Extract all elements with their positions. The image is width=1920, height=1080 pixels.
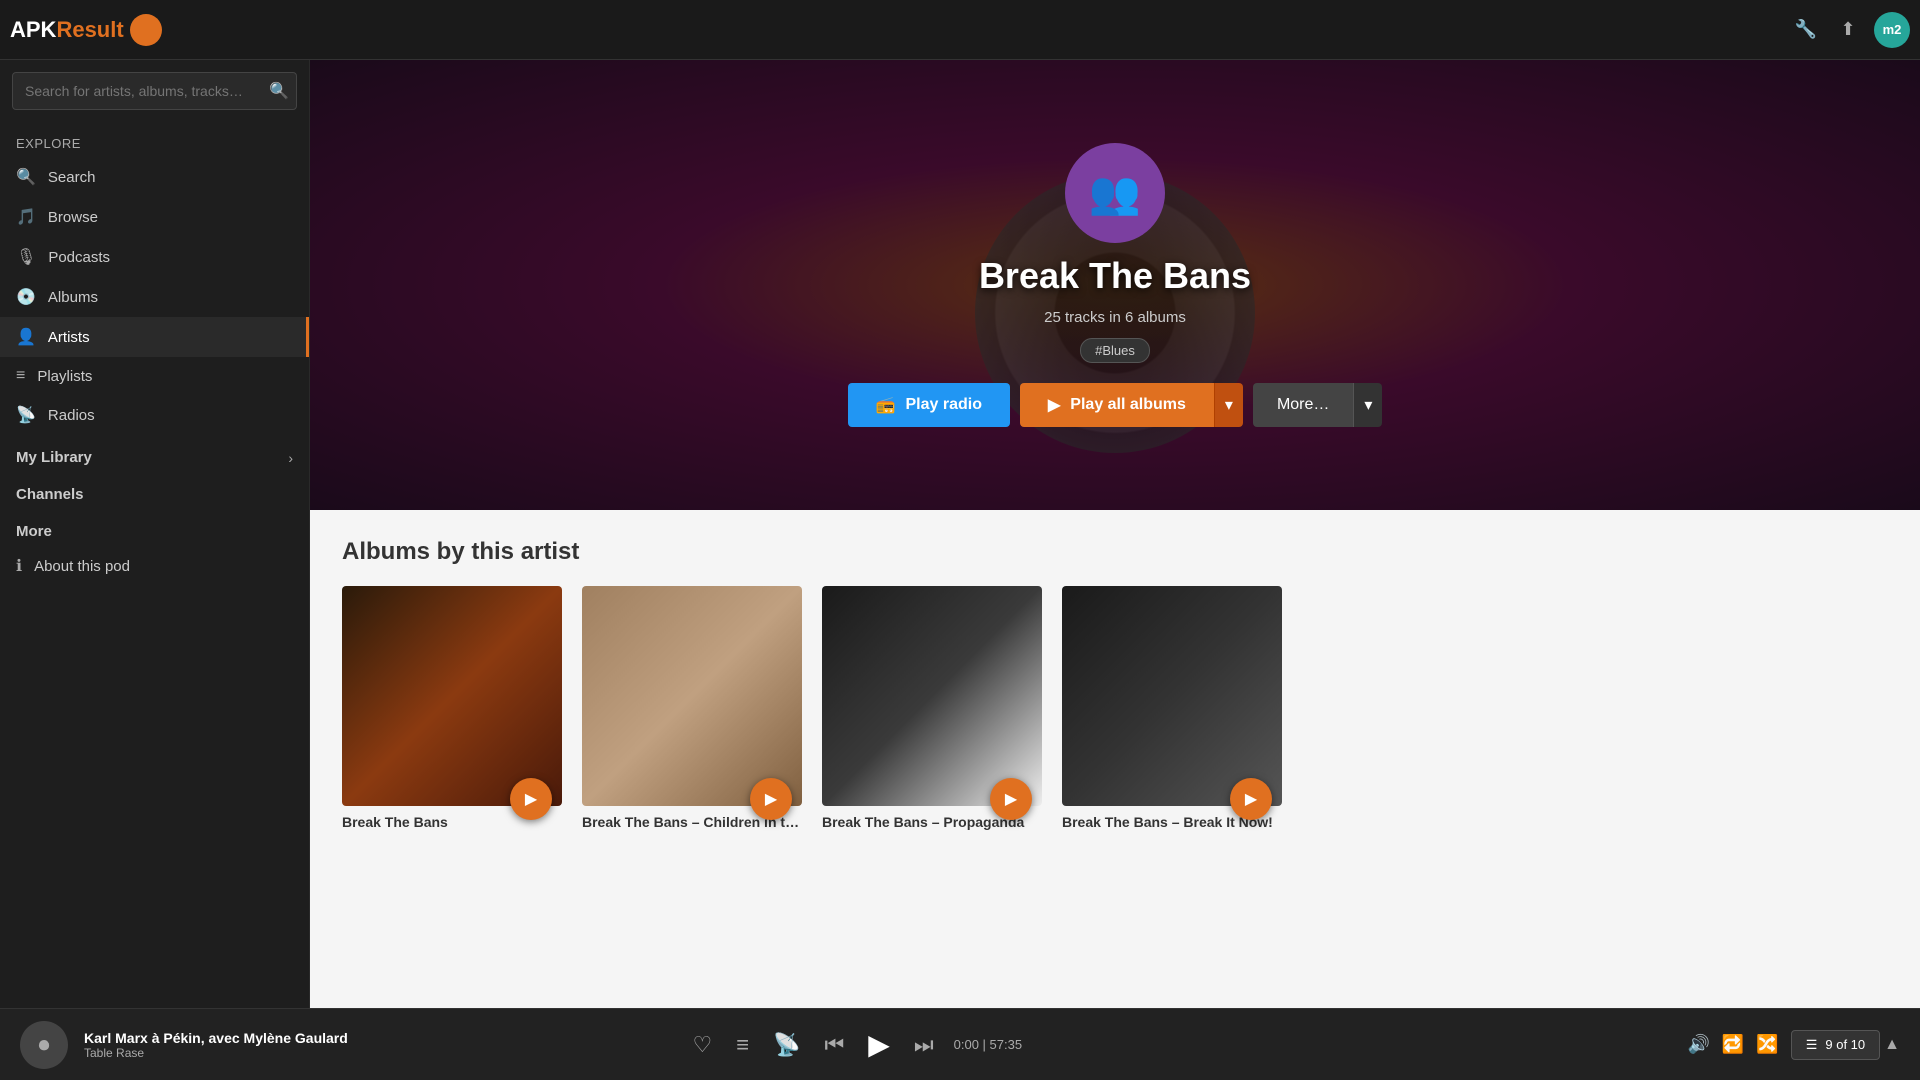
play-all-albums-button[interactable]: ▶ Play all albums — [1020, 383, 1214, 427]
sidebar-item-playlists-label: Playlists — [37, 368, 92, 385]
player-time: 0:00 | 57:35 — [954, 1037, 1022, 1052]
my-library-label: My Library — [16, 449, 92, 466]
sidebar-item-browse[interactable]: 🎵 Browse — [0, 197, 309, 237]
album-art-4 — [1062, 586, 1282, 806]
albums-section: Albums by this artist ▶ Break The Bans ▶… — [310, 510, 1920, 1008]
prev-button[interactable]: ⏮ — [820, 1028, 848, 1062]
album-art-1 — [342, 586, 562, 806]
hero-actions: 📻 Play radio ▶ Play all albums ▾ More… — [848, 383, 1383, 427]
album-play-button[interactable]: ▶ — [1230, 778, 1272, 820]
search-bar: 🔍 — [12, 72, 297, 110]
album-play-button[interactable]: ▶ — [990, 778, 1032, 820]
main-layout: 🔍 Explore 🔍 Search 🎵 Browse 🎙 Podcasts 💿… — [0, 60, 1920, 1008]
player-extra-controls: 🔊 🔁 🔀 ☰ 9 of 10 ▲ — [1687, 1030, 1900, 1060]
queue-list-button[interactable]: ≡ — [732, 1028, 753, 1062]
album-art-3 — [822, 586, 1042, 806]
sidebar: 🔍 Explore 🔍 Search 🎵 Browse 🎙 Podcasts 💿… — [0, 60, 310, 1008]
artists-icon: 👤 — [16, 327, 36, 347]
top-bar: APKResult 🔧 ⬆ m2 — [0, 0, 1920, 60]
repeat-button[interactable]: 🔁 — [1722, 1034, 1744, 1055]
explore-label: Explore — [0, 122, 309, 157]
album-card[interactable]: ▶ Break The Bans – Break It Now! — [1062, 586, 1282, 830]
shuffle-button[interactable]: 🔀 — [1756, 1034, 1778, 1055]
logo-result: Result — [56, 17, 123, 43]
album-card[interactable]: ▶ Break The Bans – Propaganda — [822, 586, 1042, 830]
sidebar-item-podcasts[interactable]: 🎙 Podcasts — [0, 237, 309, 277]
sidebar-item-search-label: Search — [48, 169, 96, 186]
info-icon: ℹ — [16, 556, 22, 576]
more-label: More — [0, 509, 309, 546]
albums-grid: ▶ Break The Bans ▶ Break The Bans – Chil… — [342, 586, 1888, 830]
list-icon: ☰ — [1806, 1037, 1818, 1053]
logo-icon — [130, 14, 162, 46]
volume-button[interactable]: 🔊 — [1687, 1034, 1709, 1055]
more-dropdown-button[interactable]: ▾ — [1353, 383, 1382, 427]
albums-icon: 💿 — [16, 287, 36, 307]
artist-avatar-icon: 👥 — [1089, 169, 1141, 218]
queue-expand-button[interactable]: ▲ — [1884, 1036, 1900, 1054]
sidebar-item-podcasts-label: Podcasts — [48, 249, 110, 266]
sidebar-item-artists[interactable]: 👤 Artists — [0, 317, 309, 357]
my-library-arrow-icon: › — [288, 450, 293, 466]
sidebar-item-albums[interactable]: 💿 Albums — [0, 277, 309, 317]
play-albums-group: ▶ Play all albums ▾ — [1020, 383, 1243, 427]
sidebar-item-radios[interactable]: 📡 Radios — [0, 395, 309, 435]
logo-apk: APK — [10, 17, 56, 43]
album-card[interactable]: ▶ Break The Bans — [342, 586, 562, 830]
search-icon: 🔍 — [16, 167, 36, 187]
artist-name: Break The Bans — [979, 255, 1251, 297]
artist-tag: #Blues — [1080, 338, 1150, 363]
album-art-2 — [582, 586, 802, 806]
sidebar-item-playlists[interactable]: ≡ Playlists — [0, 357, 309, 395]
bottom-player: ⏺ Karl Marx à Pékin, avec Mylène Gaulard… — [0, 1008, 1920, 1080]
sidebar-item-search[interactable]: 🔍 Search — [0, 157, 309, 197]
like-button[interactable]: ♡ — [688, 1028, 716, 1062]
radios-icon: 📡 — [16, 405, 36, 425]
album-card[interactable]: ▶ Break The Bans – Children in the gloom — [582, 586, 802, 830]
sidebar-item-about-label: About this pod — [34, 558, 130, 575]
cast-button[interactable]: 📡 — [769, 1028, 804, 1062]
player-info: Karl Marx à Pékin, avec Mylène Gaulard T… — [84, 1030, 348, 1060]
podcast-icon: 🎙 — [16, 247, 36, 267]
radio-wave-icon: 📻 — [876, 395, 896, 415]
user-avatar[interactable]: m2 — [1874, 12, 1910, 48]
artist-track-count: 25 tracks in 6 albums — [1044, 309, 1186, 326]
my-library-section[interactable]: My Library › — [0, 435, 309, 472]
artist-avatar: 👥 — [1065, 143, 1165, 243]
upload-icon[interactable]: ⬆ — [1832, 14, 1864, 46]
main-content: 👥 Break The Bans 25 tracks in 6 albums #… — [310, 60, 1920, 1008]
play-pause-button[interactable]: ▶ — [864, 1024, 894, 1065]
hero-content: 👥 Break The Bans 25 tracks in 6 albums #… — [848, 143, 1383, 427]
sidebar-item-artists-label: Artists — [48, 329, 90, 346]
playlists-icon: ≡ — [16, 367, 25, 385]
sidebar-item-albums-label: Albums — [48, 289, 98, 306]
more-group: More… ▾ — [1253, 383, 1382, 427]
next-button[interactable]: ⏭ — [910, 1028, 938, 1062]
album-play-button[interactable]: ▶ — [750, 778, 792, 820]
app-logo: APKResult — [10, 14, 162, 46]
music-icon: 🎵 — [16, 207, 36, 227]
play-radio-button[interactable]: 📻 Play radio — [848, 383, 1010, 427]
queue-position: 9 of 10 — [1825, 1037, 1865, 1052]
artist-hero: 👥 Break The Bans 25 tracks in 6 albums #… — [310, 60, 1920, 510]
albums-section-title: Albums by this artist — [342, 538, 1888, 566]
search-submit-button[interactable]: 🔍 — [269, 81, 289, 101]
player-album-name: Table Rase — [84, 1046, 348, 1060]
sidebar-item-radios-label: Radios — [48, 407, 95, 424]
wrench-icon[interactable]: 🔧 — [1790, 14, 1822, 46]
play-icon: ▶ — [1048, 395, 1060, 415]
album-play-button[interactable]: ▶ — [510, 778, 552, 820]
queue-position-button[interactable]: ☰ 9 of 10 — [1791, 1030, 1880, 1060]
sidebar-item-about[interactable]: ℹ About this pod — [0, 546, 309, 586]
play-albums-dropdown-button[interactable]: ▾ — [1214, 383, 1243, 427]
player-controls: ♡ ≡ 📡 ⏮ ▶ ⏭ 0:00 | 57:35 — [688, 1024, 1022, 1065]
sidebar-item-browse-label: Browse — [48, 209, 98, 226]
search-input[interactable] — [12, 72, 297, 110]
more-button[interactable]: More… — [1253, 383, 1353, 427]
channels-label: Channels — [0, 472, 309, 509]
player-track-name: Karl Marx à Pékin, avec Mylène Gaulard — [84, 1030, 348, 1046]
player-thumbnail: ⏺ — [20, 1021, 68, 1069]
